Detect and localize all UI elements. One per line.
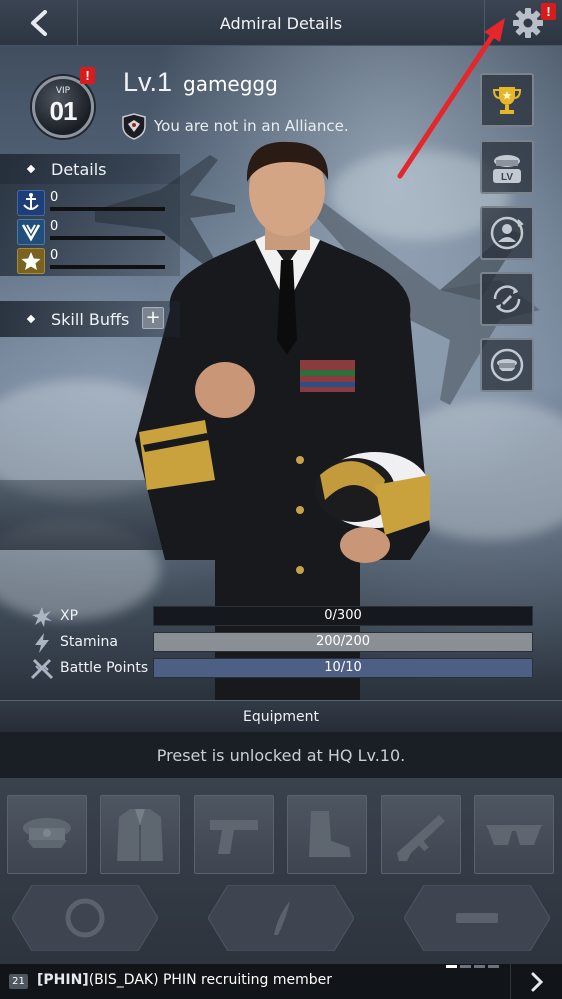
- details-panel: 0 0 0: [0, 184, 180, 276]
- battle-points-value: 10/10: [324, 660, 362, 675]
- officer-level-icon: LV: [493, 155, 521, 183]
- chat-alliance-tag: [PHIN]: [37, 972, 89, 988]
- equip-slot-uniform[interactable]: [100, 795, 180, 874]
- stat-value: 0: [50, 248, 59, 263]
- lightning-icon: [35, 633, 49, 653]
- details-title: Details: [51, 159, 107, 179]
- uniform-jacket-icon: [117, 808, 163, 861]
- preset-locked-message: Preset is unlocked at HQ Lv.10.: [0, 732, 562, 778]
- hex-slot-feather[interactable]: [208, 885, 354, 951]
- vip-alert-badge: !: [80, 67, 95, 84]
- xp-value: 0/300: [324, 608, 362, 623]
- vip-level: 01: [49, 96, 78, 126]
- back-button[interactable]: [0, 0, 78, 46]
- stamina-label: Stamina: [60, 634, 118, 650]
- page-title: Admiral Details: [219, 13, 343, 33]
- details-header: Details: [0, 154, 180, 184]
- xp-label: XP: [60, 608, 79, 624]
- star-badge-icon: [17, 248, 45, 274]
- chat-message-text: (BIS_DAK) PHIN recruiting member: [88, 972, 333, 988]
- avatar-change-icon: [490, 216, 524, 250]
- rename-button[interactable]: [480, 272, 534, 326]
- equip-slot-cap[interactable]: [7, 795, 87, 874]
- stamina-bar: 200/200: [153, 632, 533, 652]
- diamond-bullet-icon: [26, 164, 36, 174]
- alliance-status-text: You are not in an Alliance.: [154, 117, 349, 135]
- chevron-left-icon: [30, 10, 47, 36]
- officer-cap-icon: [23, 817, 71, 848]
- bar-icon: [456, 913, 498, 923]
- battle-points-bar: 10/10: [153, 658, 533, 678]
- gear-icon: [512, 8, 543, 38]
- chat-expand-button[interactable]: [510, 964, 562, 999]
- hex-slot-bar[interactable]: [404, 885, 550, 951]
- equip-slot-pistol[interactable]: [194, 795, 274, 874]
- stat-value: 0: [50, 190, 59, 205]
- stamina-row: Stamina 200/200: [30, 632, 535, 654]
- stat-value: 0: [50, 219, 59, 234]
- battle-points-label: Battle Points: [60, 660, 149, 676]
- alliance-status: You are not in an Alliance.: [120, 112, 349, 140]
- add-skill-buff-button[interactable]: +: [142, 307, 164, 329]
- stat-row-attack: 0: [17, 190, 165, 216]
- vip-label: VIP: [55, 86, 71, 96]
- achievements-button[interactable]: [480, 73, 534, 127]
- chat-channel-badge: 21: [9, 974, 28, 989]
- player-name: gameggg: [183, 72, 278, 96]
- chat-message: [PHIN](BIS_DAK) PHIN recruiting member: [37, 972, 332, 988]
- stat-row-defense: 0: [17, 219, 165, 245]
- chat-page-indicator: [446, 965, 499, 968]
- officer-level-button[interactable]: LV: [480, 140, 534, 194]
- change-cap-button[interactable]: [480, 338, 534, 392]
- equipment-area: [0, 778, 562, 963]
- admiral-details-screen: Admiral Details ! VIP 01 ! Lv.1 gameggg …: [0, 0, 562, 999]
- combat-boot-icon: [309, 810, 351, 857]
- cap-swap-icon: [490, 348, 524, 382]
- stat-bar: [50, 265, 165, 269]
- top-bar: Admiral Details !: [0, 0, 562, 46]
- alliance-emblem-icon: [122, 113, 146, 140]
- skill-buffs-title: Skill Buffs: [51, 309, 130, 329]
- settings-alert-badge: !: [541, 3, 556, 20]
- change-avatar-button[interactable]: [480, 206, 534, 260]
- xp-bar: 0/300: [153, 606, 533, 626]
- anchor-shield-icon: [17, 190, 45, 216]
- vip-badge[interactable]: VIP 01: [32, 76, 94, 138]
- chevron-right-icon: [531, 972, 543, 992]
- battle-points-row: Battle Points 10/10: [30, 658, 535, 680]
- xp-row: XP 0/300: [30, 606, 535, 628]
- stamina-value: 200/200: [315, 634, 370, 649]
- equip-slot-glasses[interactable]: [474, 795, 554, 874]
- settings-button[interactable]: !: [484, 0, 562, 46]
- equipment-header: Equipment: [0, 700, 562, 732]
- equip-slot-rifle[interactable]: [381, 795, 461, 874]
- hex-slot-ring[interactable]: [12, 885, 158, 951]
- crossed-jets-icon: [30, 658, 54, 680]
- svg-text:LV: LV: [501, 172, 513, 183]
- rifle-icon: [397, 814, 445, 861]
- rename-rotate-icon: [493, 285, 521, 313]
- stat-row-leadership: 0: [17, 248, 165, 274]
- stat-bar: [50, 236, 165, 240]
- trophy-icon: [492, 87, 522, 114]
- diamond-bullet-icon: [26, 314, 36, 324]
- pistol-icon: [210, 819, 258, 854]
- equip-slot-boots[interactable]: [287, 795, 367, 874]
- player-level: Lv.1: [123, 67, 173, 97]
- stat-bar: [50, 207, 165, 211]
- star-burst-icon: [32, 607, 52, 627]
- sunglasses-icon: [486, 824, 542, 845]
- chat-bar[interactable]: 21 [PHIN](BIS_DAK) PHIN recruiting membe…: [0, 963, 562, 999]
- chevron-shield-icon: [17, 219, 45, 245]
